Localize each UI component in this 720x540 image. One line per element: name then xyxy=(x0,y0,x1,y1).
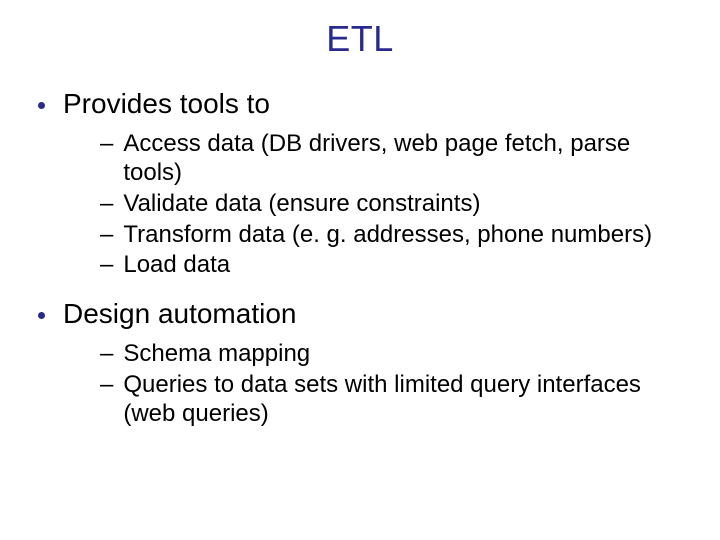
bullet-text: Transform data (e. g. addresses, phone n… xyxy=(123,221,660,250)
bullet-text: Design automation xyxy=(63,298,296,330)
slide-content: Provides tools to – Access data (DB driv… xyxy=(0,88,720,429)
bullet-level1: Provides tools to xyxy=(38,88,690,120)
bullet-dash-icon: – xyxy=(100,251,113,280)
bullet-level2: – Queries to data sets with limited quer… xyxy=(100,371,690,429)
sub-list: – Access data (DB drivers, web page fetc… xyxy=(38,130,690,280)
bullet-dash-icon: – xyxy=(100,130,113,159)
bullet-text: Schema mapping xyxy=(123,340,660,369)
bullet-text: Load data xyxy=(123,251,660,280)
bullet-level1: Design automation xyxy=(38,298,690,330)
bullet-dot-icon xyxy=(38,102,45,109)
sub-list: – Schema mapping – Queries to data sets … xyxy=(38,340,690,428)
slide-title: ETL xyxy=(0,18,720,60)
bullet-dash-icon: – xyxy=(100,221,113,250)
bullet-level2: – Access data (DB drivers, web page fetc… xyxy=(100,130,690,188)
bullet-dash-icon: – xyxy=(100,190,113,219)
bullet-dot-icon xyxy=(38,312,45,319)
bullet-level2: – Schema mapping xyxy=(100,340,690,369)
bullet-text: Queries to data sets with limited query … xyxy=(123,371,660,429)
bullet-text: Provides tools to xyxy=(63,88,270,120)
bullet-text: Access data (DB drivers, web page fetch,… xyxy=(123,130,660,188)
bullet-dash-icon: – xyxy=(100,340,113,369)
bullet-level2: – Validate data (ensure constraints) xyxy=(100,190,690,219)
bullet-level2: – Transform data (e. g. addresses, phone… xyxy=(100,221,690,250)
bullet-level2: – Load data xyxy=(100,251,690,280)
bullet-text: Validate data (ensure constraints) xyxy=(123,190,660,219)
bullet-dash-icon: – xyxy=(100,371,113,400)
